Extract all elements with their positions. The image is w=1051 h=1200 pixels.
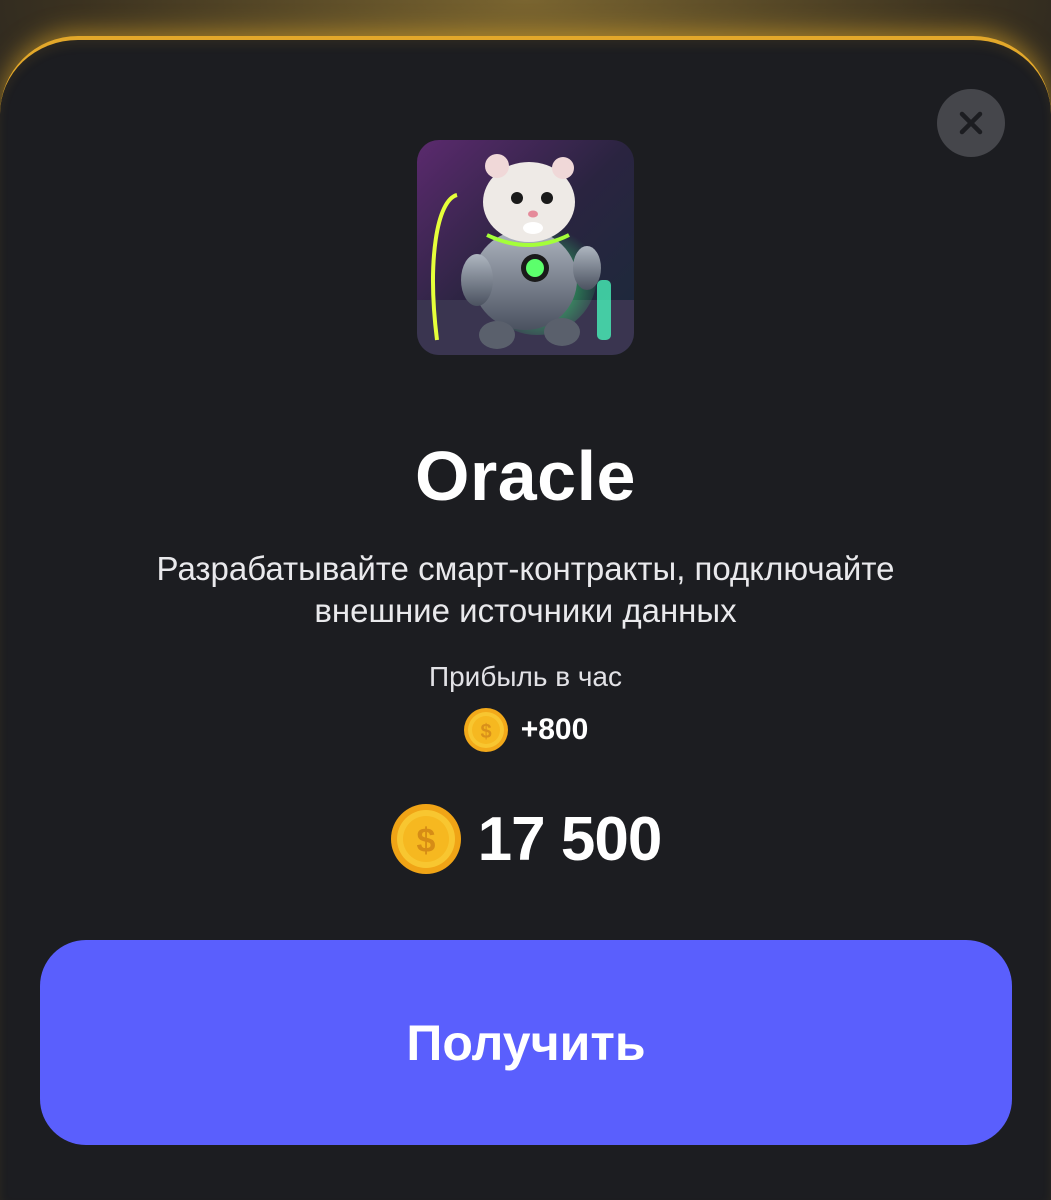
svg-text:$: $ (416, 822, 435, 860)
close-icon (959, 111, 983, 135)
coin-icon: $ (390, 804, 461, 874)
get-button[interactable]: Получить (40, 940, 1012, 1145)
hamster-robot-image (417, 140, 634, 355)
card-title: Oracle (415, 437, 636, 515)
svg-text:$: $ (480, 721, 491, 743)
profit-value: +800 (520, 713, 589, 746)
price-value: 17 500 (477, 804, 663, 874)
profit-per-hour-label: Прибыль в час (428, 661, 623, 692)
close-button[interactable] (937, 89, 1005, 157)
card-image (417, 140, 634, 355)
profit-per-hour: $ +800 (0, 707, 1051, 753)
price: $ 17 500 (0, 803, 1051, 875)
coin-icon: $ (463, 708, 508, 752)
card-description: Разрабатывайте смарт-контракты, подключа… (156, 550, 895, 629)
